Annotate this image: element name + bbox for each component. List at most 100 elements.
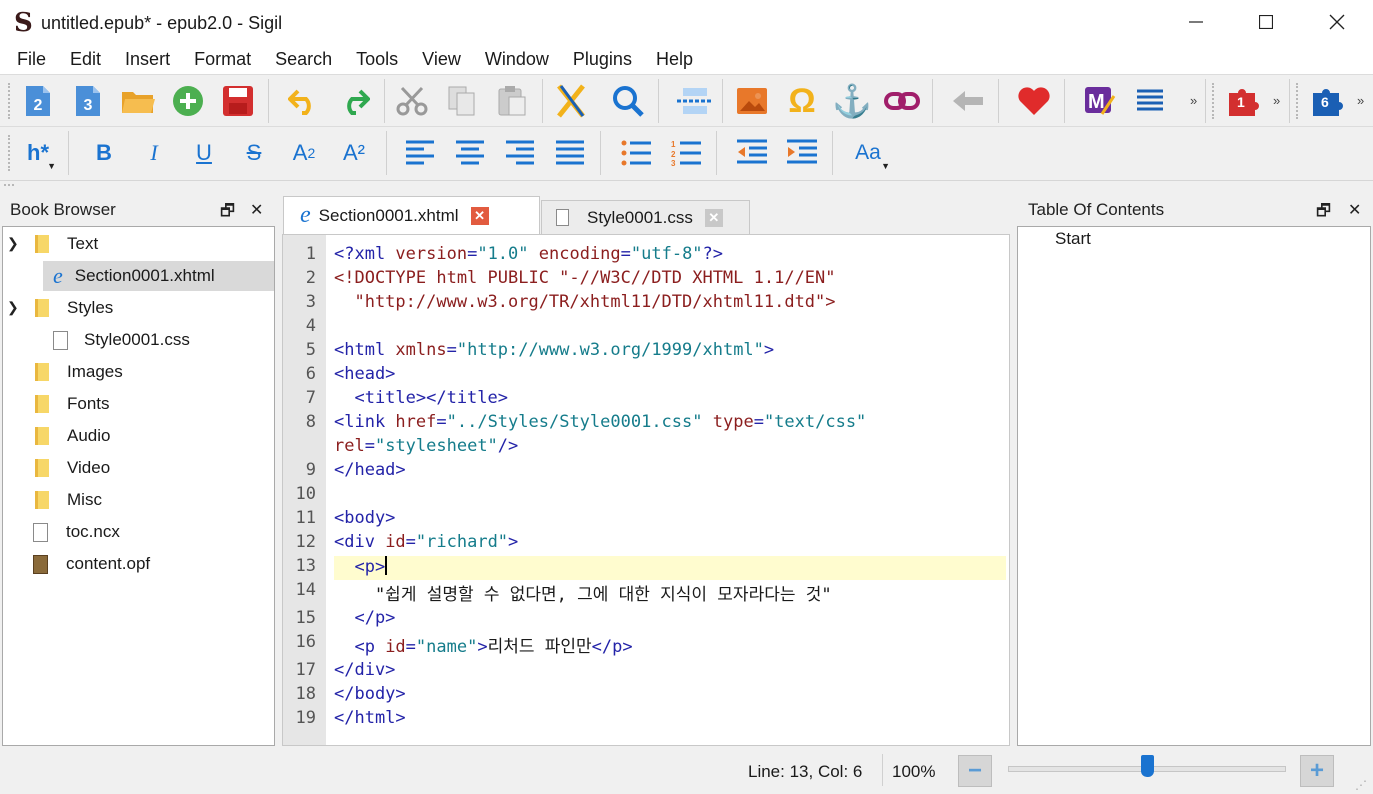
donate-button[interactable] [1014,81,1054,121]
close-tab-icon[interactable]: ✕ [470,206,489,225]
heading-button[interactable]: h* ▼ [18,133,58,173]
table-of-contents-button[interactable] [1130,81,1170,121]
zoom-level: 100% [892,762,936,781]
toolbar-grip[interactable] [1296,83,1300,119]
tree-item-video[interactable]: Video [35,453,110,483]
code-line-7: <title></title> [334,388,508,408]
redo-button[interactable] [334,81,374,121]
plugin-1-button[interactable]: 1 [1224,81,1264,121]
menu-plugins[interactable]: Plugins [564,49,641,70]
tree-item-misc[interactable]: Misc [35,485,102,515]
code-token: = [620,244,631,264]
back-button[interactable] [948,81,988,121]
change-case-button[interactable]: Aa ▼ [848,133,890,173]
validate-button[interactable] [551,81,591,121]
strikethrough-button[interactable]: S [234,133,274,173]
maximize-button[interactable] [1231,0,1301,44]
tree-item-text[interactable]: Text [35,229,98,259]
tree-item-section0001[interactable]: e Section0001.xhtml [43,261,274,291]
minimize-button[interactable] [1161,0,1231,44]
toolbar-grip[interactable] [4,184,14,188]
toolbar-grip[interactable] [1212,83,1216,119]
align-left-button[interactable] [400,133,440,173]
zoom-in-button[interactable]: + [1300,755,1334,787]
toolbar-overflow-icon[interactable]: » [1190,93,1197,108]
toolbar-overflow-icon[interactable]: » [1273,93,1280,108]
undo-button[interactable] [284,81,324,121]
bullet-list-button[interactable] [616,133,656,173]
dropdown-arrow-icon: ▼ [881,161,890,171]
numbered-list-button[interactable]: 123 [666,133,706,173]
tree-item-fonts[interactable]: Fonts [35,389,110,419]
menu-file[interactable]: File [8,49,55,70]
tree-item-images[interactable]: Images [35,357,123,387]
toolbar-grip[interactable] [8,83,12,119]
menu-tools[interactable]: Tools [347,49,407,70]
copy-button[interactable] [442,81,482,121]
italic-button[interactable]: I [134,133,174,173]
menu-edit[interactable]: Edit [61,49,110,70]
add-file-button[interactable] [168,81,208,121]
cut-button[interactable] [392,81,432,121]
save-button[interactable] [218,81,258,121]
toolbar-grip[interactable] [8,135,12,171]
zoom-out-button[interactable]: − [958,755,992,787]
toolbar-overflow-icon[interactable]: » [1357,93,1364,108]
tree-item-audio[interactable]: Audio [35,421,110,451]
new-epub2-button[interactable]: 2 [18,81,58,121]
text-cursor [385,556,388,575]
bold-button[interactable]: B [84,133,124,173]
metadata-editor-button[interactable]: M [1080,81,1120,121]
underline-button[interactable]: U [184,133,224,173]
magnifier-icon [613,86,644,117]
subscript-button[interactable]: A2 [284,133,324,173]
format-toolbar: h* ▼ B I U S A2 A² 123 Aa ▼ [0,126,1373,180]
paste-button[interactable] [492,81,532,121]
menu-window[interactable]: Window [476,49,558,70]
align-right-icon [506,140,534,165]
float-panel-icon[interactable]: 🗗 [220,200,235,227]
tab-style0001[interactable]: Style0001.css ✕ [541,200,750,234]
open-button[interactable] [118,81,158,121]
find-replace-button[interactable] [608,81,648,121]
code-editor[interactable]: 1 2 3 4 5 6 7 8 9 10 11 12 13 14 15 16 1… [282,234,1010,746]
tree-item-toc-ncx[interactable]: toc.ncx [33,517,120,547]
toc-item-start[interactable]: Start [1055,227,1091,251]
insert-link-button[interactable] [882,81,922,121]
close-tab-icon[interactable]: ✕ [704,208,723,227]
resize-grip-icon[interactable]: ⋰ [1355,778,1367,792]
code-token: "name" [415,637,478,657]
insert-id-button[interactable]: ⚓ [832,81,872,121]
link-icon [884,92,920,110]
code-token: = [436,412,447,432]
align-right-button[interactable] [500,133,540,173]
menu-view[interactable]: View [413,49,470,70]
tab-section0001[interactable]: e Section0001.xhtml ✕ [283,196,540,234]
insert-image-button[interactable] [732,81,772,121]
menu-help[interactable]: Help [647,49,702,70]
split-button[interactable] [674,81,714,121]
plugin-6-button[interactable]: 6 [1308,81,1348,121]
superscript-button[interactable]: A² [334,133,374,173]
menu-search[interactable]: Search [266,49,341,70]
float-panel-icon[interactable]: 🗗 [1316,200,1331,227]
chevron-down-icon[interactable]: ❯ [7,235,19,252]
tree-item-style0001[interactable]: Style0001.css [53,325,190,355]
increase-indent-button[interactable] [782,133,822,173]
zoom-slider-handle[interactable] [1141,755,1154,777]
chevron-down-icon[interactable]: ❯ [7,299,19,316]
new-epub3-button[interactable]: 3 [68,81,108,121]
align-justify-button[interactable] [550,133,590,173]
tree-item-styles[interactable]: Styles [35,293,113,323]
close-panel-icon[interactable]: ✕ [250,200,263,220]
menu-insert[interactable]: Insert [116,49,179,70]
decrease-indent-button[interactable] [732,133,772,173]
code-token: "richard" [415,532,509,552]
tree-item-content-opf[interactable]: content.opf [33,549,150,579]
close-panel-icon[interactable]: ✕ [1348,200,1361,220]
align-center-button[interactable] [450,133,490,173]
menu-format[interactable]: Format [185,49,260,70]
toolbar-separator [998,79,999,123]
insert-special-char-button[interactable]: Ω [782,81,822,121]
close-window-button[interactable] [1302,0,1372,44]
